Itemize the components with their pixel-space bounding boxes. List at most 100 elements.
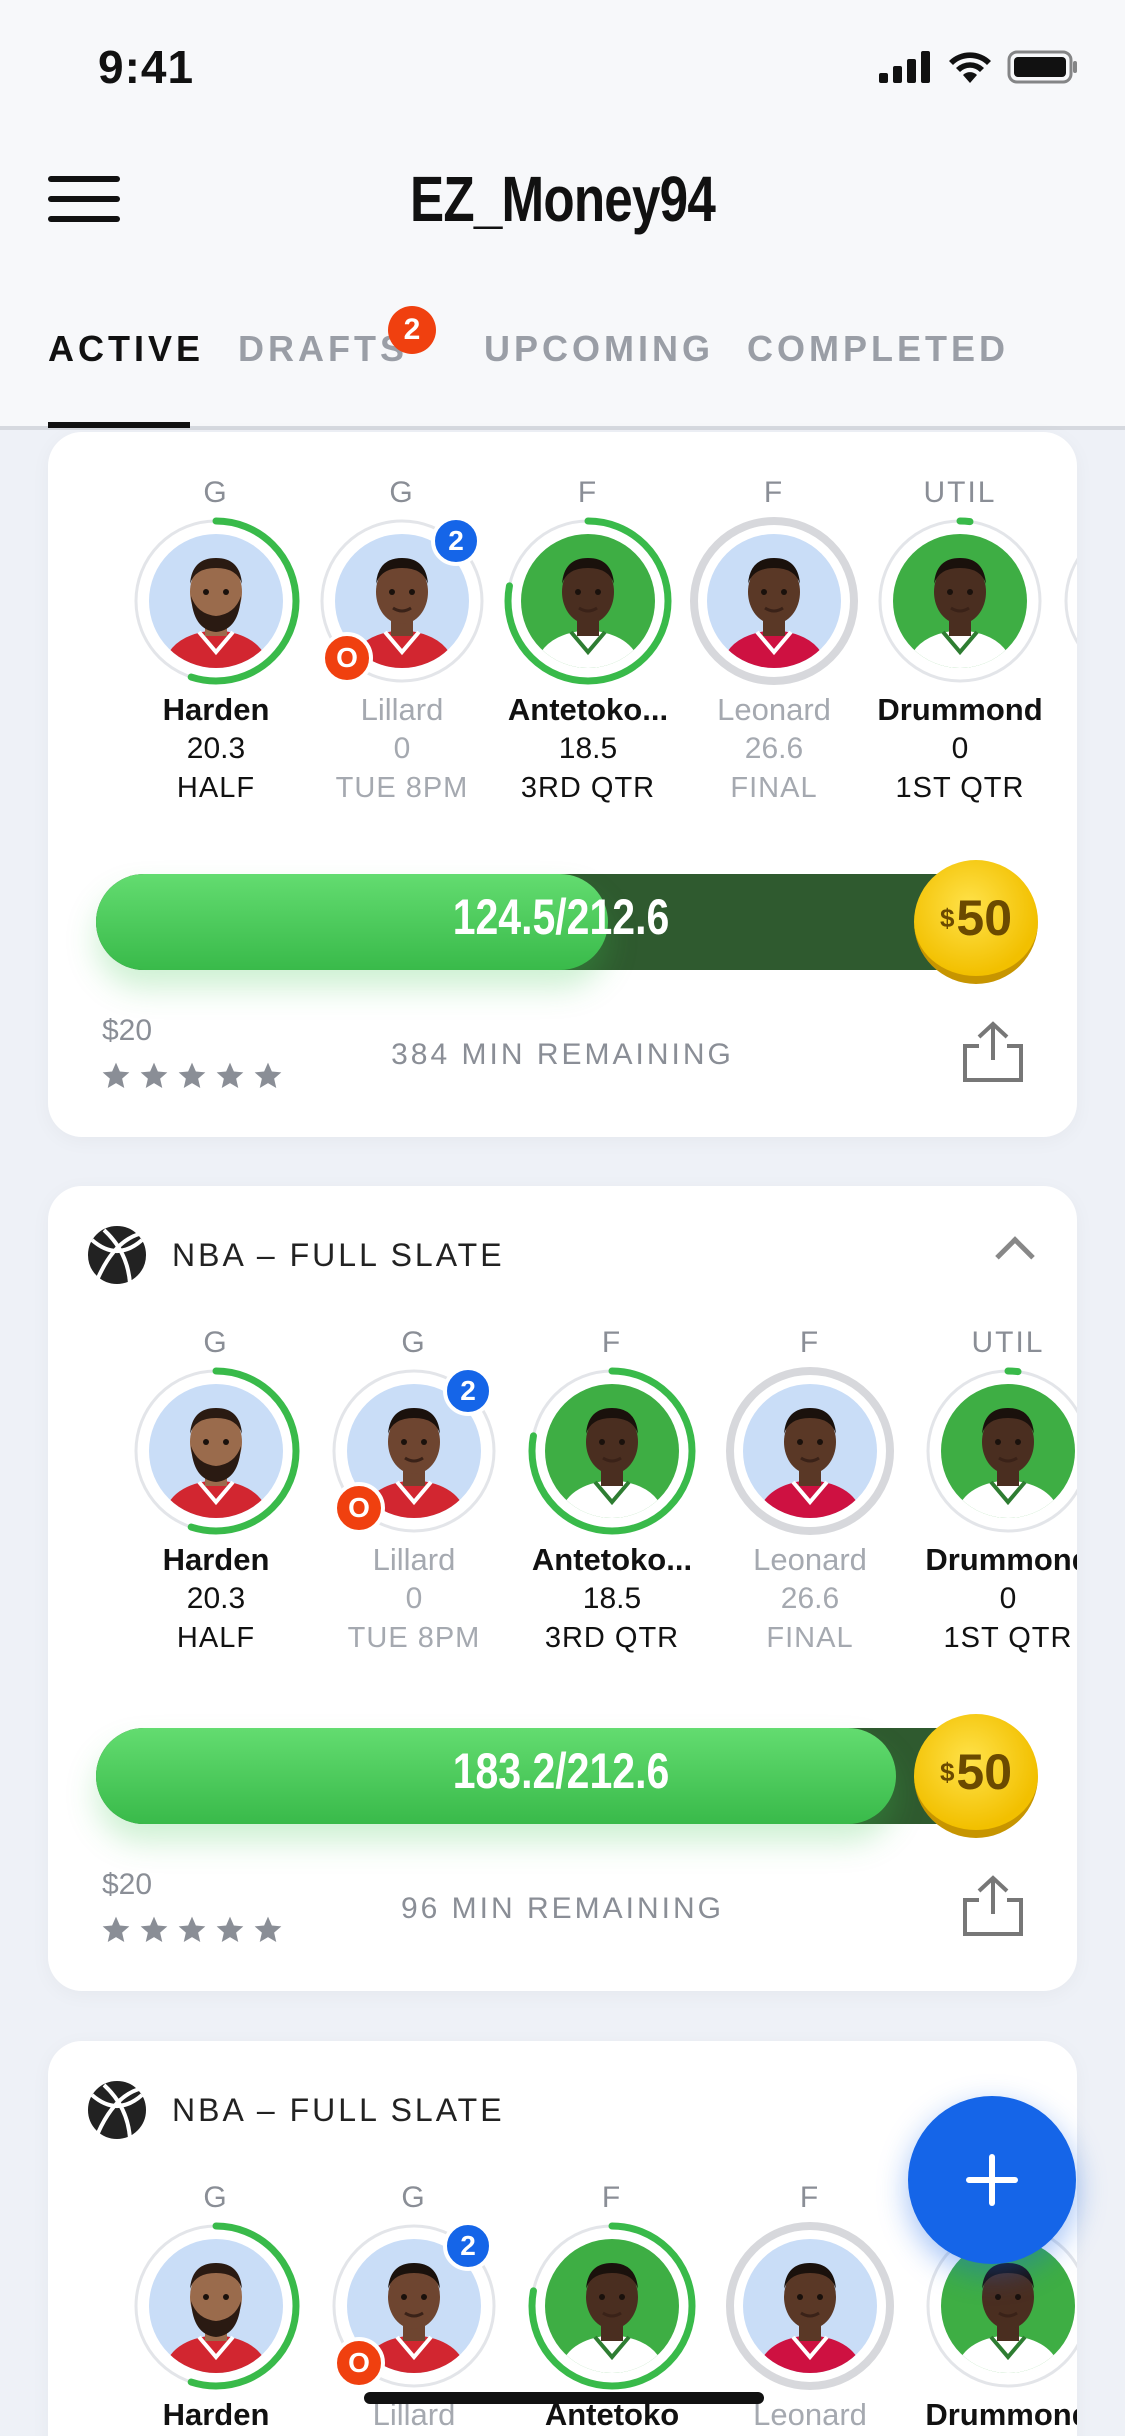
player-avatar: 2O — [317, 516, 487, 686]
player-avatar — [923, 1366, 1077, 1536]
player-position: G — [389, 476, 415, 509]
player-position: F — [577, 476, 599, 509]
player-score: 0 — [999, 1582, 1017, 1615]
tab-bar: ACTIVE DRAFTS UPCOMING COMPLETED — [0, 270, 1125, 430]
player-game-status: HALF — [176, 772, 256, 804]
player-item[interactable]: F Leonard 26.6 FINAL — [684, 476, 864, 805]
player-position: G — [401, 2181, 427, 2214]
tab-active[interactable]: ACTIVE — [48, 328, 204, 370]
league-label: NBA – FULL SLATE — [172, 2091, 505, 2128]
menu-icon[interactable] — [48, 176, 120, 222]
player-photo — [707, 534, 841, 668]
player-count-badge: 2 — [443, 2221, 493, 2271]
player-photo — [941, 1384, 1075, 1518]
player-item[interactable]: G Harden — [126, 2181, 306, 2436]
player-score: 20.3 — [186, 1582, 246, 1615]
player-score: 26.6 — [744, 732, 804, 765]
card-header: NBA – FULL SLATE — [84, 2077, 505, 2143]
player-avatar — [131, 2221, 301, 2391]
player-avatar — [527, 2221, 697, 2391]
chevron-up-icon[interactable] — [995, 1236, 1035, 1276]
player-photo — [743, 2239, 877, 2373]
player-position: G — [203, 2181, 229, 2214]
player-score: 0 — [405, 1582, 423, 1615]
nav-bar: EZ_Money94 — [0, 130, 1125, 270]
player-score: 0 — [951, 732, 969, 765]
player-game-status: FINAL — [766, 1622, 854, 1654]
contest-card[interactable]: G Harden 20.3 HALF G 2 O Lillard 0 TUE 8PM F Anteto… — [48, 432, 1077, 1137]
player-item[interactable]: G Harden 20.3 HALF — [126, 1326, 306, 1655]
player-position: UTIL — [923, 476, 997, 509]
player-count-badge: 2 — [431, 516, 481, 566]
player-name: Leonard — [753, 1542, 867, 1577]
player-game-status: 3RD QTR — [544, 1622, 680, 1654]
player-avatar — [131, 1366, 301, 1536]
player-item[interactable]: G Harden 20.3 HALF — [126, 476, 306, 805]
share-icon[interactable] — [959, 1874, 1027, 1938]
player-avatar — [131, 516, 301, 686]
tab-drafts[interactable]: DRAFTS — [238, 328, 408, 370]
page-title: EZ_Money94 — [410, 163, 716, 235]
player-name: Harden — [162, 2397, 270, 2432]
player-item[interactable]: F Leonard 26.6 FINAL — [720, 1326, 900, 1655]
player-name: Antetoko... — [531, 1542, 693, 1577]
status-icons — [879, 50, 1079, 84]
drafts-count-badge: 2 — [388, 306, 436, 354]
player-game-status: 1ST — [1056, 734, 1077, 767]
points-progress-bar: 124.5/212.6 $50 — [96, 860, 1038, 984]
player-item[interactable]: G 2 O Lillard 0 TUE 8PM — [324, 1326, 504, 1655]
player-photo — [149, 534, 283, 668]
player-item[interactable]: UTIL Drummond 0 1ST QTR — [870, 476, 1050, 805]
player-name: Lillard — [372, 1542, 456, 1577]
points-progress-bar: 183.2/212.6 $50 — [96, 1714, 1038, 1838]
player-position: F — [601, 1326, 623, 1359]
tab-completed[interactable]: COMPLETED — [747, 328, 1009, 370]
tab-upcoming[interactable]: UPCOMING — [484, 328, 714, 370]
player-avatar — [527, 1366, 697, 1536]
prize-coin: $50 — [914, 860, 1038, 984]
player-score: 0 — [393, 732, 411, 765]
prize-coin: $50 — [914, 1714, 1038, 1838]
points-text: 124.5/212.6 — [452, 889, 670, 945]
player-game-status: HALF — [176, 1622, 256, 1654]
player-photo — [545, 2239, 679, 2373]
league-label: NBA – FULL SLATE — [172, 1236, 505, 1273]
status-bar: 9:41 — [0, 0, 1125, 130]
add-contest-button[interactable] — [908, 2096, 1076, 2264]
basketball-icon — [86, 1224, 148, 1286]
player-position: G — [401, 1326, 427, 1359]
player-avatar — [725, 1366, 895, 1536]
player-photo — [149, 2239, 283, 2373]
contest-card[interactable]: NBA – FULL SLATE G Harden G 2 O Lillard F Antet… — [48, 2041, 1077, 2436]
contest-card[interactable]: NBA – FULL SLATE G Harden 20.3 HALF G 2 O Lilla… — [48, 1186, 1077, 1991]
player-score: 26.6 — [780, 1582, 840, 1615]
share-icon[interactable] — [959, 1020, 1027, 1084]
card-header: NBA – FULL SLATE — [84, 1222, 505, 1288]
player-position: U — [1056, 476, 1077, 516]
player-count-badge: 2 — [443, 1366, 493, 1416]
player-score: 18.5 — [582, 1582, 642, 1615]
player-name: Harden — [162, 1542, 270, 1577]
player-avatar: 2O — [329, 2221, 499, 2391]
status-time: 9:41 — [98, 41, 195, 93]
player-item[interactable]: F Antetoko... 18.5 3RD QTR — [498, 476, 678, 805]
player-name: Drummond — [925, 1542, 1077, 1577]
player-item[interactable]: UTIL Drummond 0 1ST QTR — [918, 1326, 1077, 1655]
player-name: Harden — [162, 692, 270, 727]
player-avatar — [1061, 516, 1077, 686]
points-text: 183.2/212.6 — [452, 1743, 670, 1799]
basketball-icon — [86, 2079, 148, 2141]
player-item[interactable]: U Drum 1ST — [1056, 476, 1077, 767]
player-avatar — [875, 516, 1045, 686]
player-game-status: 1ST QTR — [895, 772, 1025, 804]
player-name: Lillard — [360, 692, 444, 727]
player-name: Drum — [1056, 692, 1077, 728]
signal-icon — [879, 51, 930, 83]
time-remaining: 96 MIN REMAINING — [400, 1892, 725, 1925]
player-game-status: FINAL — [730, 772, 818, 804]
player-item[interactable]: F Antetoko... 18.5 3RD QTR — [522, 1326, 702, 1655]
player-photo — [545, 1384, 679, 1518]
plus-icon — [966, 2154, 1018, 2206]
player-photo — [521, 534, 655, 668]
player-item[interactable]: G 2 O Lillard 0 TUE 8PM — [312, 476, 492, 805]
